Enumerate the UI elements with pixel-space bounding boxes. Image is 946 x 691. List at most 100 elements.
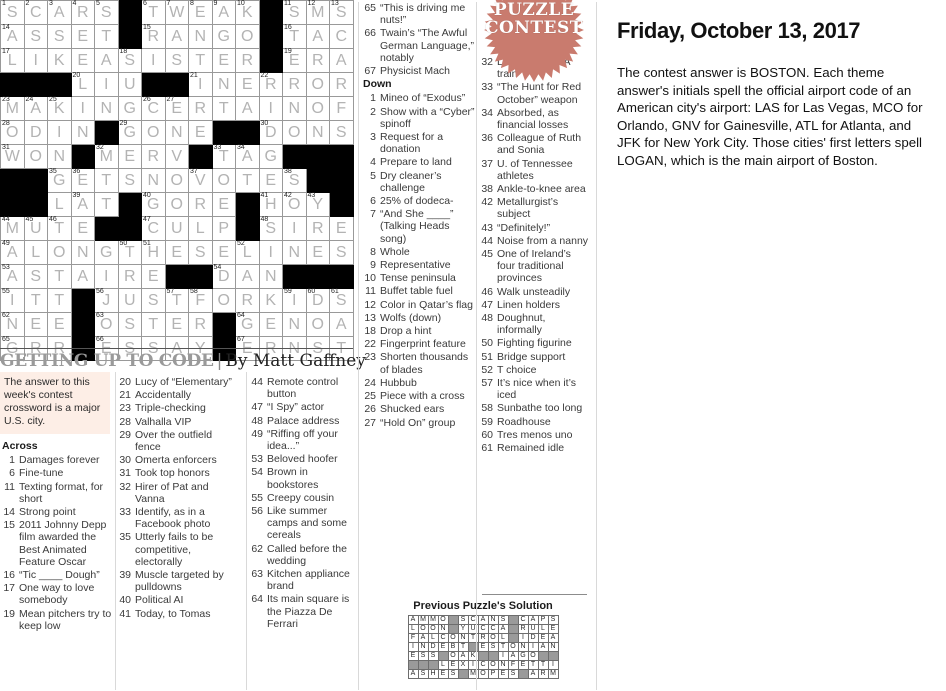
grid-cell[interactable]: N: [258, 264, 283, 289]
clue-down-42[interactable]: 42 Metallurgist’s subject: [480, 196, 590, 220]
grid-cell[interactable]: T: [211, 96, 236, 121]
grid-cell[interactable]: K: [258, 288, 283, 313]
grid-cell[interactable]: 21 I: [188, 72, 213, 97]
grid-cell[interactable]: 40 G: [141, 192, 166, 217]
clue-across-28[interactable]: 28 Valhalla VIP: [118, 416, 236, 428]
grid-cell[interactable]: I: [23, 48, 48, 73]
clue-down-3[interactable]: 3 Request for a donation: [363, 131, 476, 155]
clue-down-13[interactable]: 13 Wolfs (down): [363, 312, 476, 324]
grid-cell[interactable]: 43 Y: [305, 192, 330, 217]
grid-cell[interactable]: O: [305, 72, 330, 97]
grid-cell[interactable]: R: [305, 216, 330, 241]
grid-cell[interactable]: 63 O: [94, 312, 119, 337]
grid-cell[interactable]: E: [70, 48, 95, 73]
clue-down-11[interactable]: 11 Buffet table fuel: [363, 285, 476, 297]
grid-cell[interactable]: O: [164, 192, 189, 217]
clue-down-22[interactable]: 22 Fingerprint feature: [363, 338, 476, 350]
grid-cell[interactable]: R: [188, 96, 213, 121]
grid-cell[interactable]: 37 V: [188, 168, 213, 193]
grid-cell[interactable]: T: [47, 288, 72, 313]
grid-cell[interactable]: I: [258, 96, 283, 121]
grid-cell[interactable]: R: [329, 72, 354, 97]
clue-across-19[interactable]: 19 Mean pitchers try to keep low: [2, 608, 115, 632]
clue-down-59[interactable]: 59 Roadhouse: [480, 416, 590, 428]
grid-cell[interactable]: 8E: [188, 0, 213, 25]
grid-cell[interactable]: N: [70, 120, 95, 145]
grid-cell[interactable]: 18 S: [117, 48, 142, 73]
grid-cell[interactable]: A: [235, 264, 260, 289]
grid-cell[interactable]: 22 R: [258, 72, 283, 97]
grid-cell[interactable]: A: [235, 96, 260, 121]
grid-cell[interactable]: A: [94, 48, 119, 73]
grid-cell[interactable]: A: [305, 24, 330, 49]
clue-across-17[interactable]: 17 One way to love somebody: [2, 582, 115, 606]
grid-cell[interactable]: 52 L: [235, 240, 260, 265]
grid-cell[interactable]: 15 R: [141, 24, 166, 49]
clue-down-52[interactable]: 52 T choice: [480, 364, 590, 376]
clue-down-47[interactable]: 47 Linen holders: [480, 299, 590, 311]
clue-across-20[interactable]: 20 Lucy of “Elementary”: [118, 376, 236, 388]
grid-cell[interactable]: T: [94, 168, 119, 193]
grid-cell[interactable]: O: [305, 312, 330, 337]
clue-down-36[interactable]: 36 Colleague of Ruth and Sonia: [480, 132, 590, 156]
grid-cell[interactable]: 2C: [23, 0, 48, 25]
grid-cell[interactable]: N: [94, 96, 119, 121]
grid-cell[interactable]: A: [329, 312, 354, 337]
grid-cell[interactable]: 62 N: [0, 312, 25, 337]
grid-cell[interactable]: T: [94, 24, 119, 49]
grid-cell[interactable]: 46 T: [47, 216, 72, 241]
grid-cell[interactable]: 49 A: [0, 240, 25, 265]
grid-cell[interactable]: 3A: [47, 0, 72, 25]
clue-across-40[interactable]: 40 Political AI: [118, 594, 236, 606]
clue-across-33[interactable]: 33 Identify, as in a Facebook photo: [118, 506, 236, 530]
grid-cell[interactable]: 5S: [94, 0, 119, 25]
grid-cell[interactable]: E: [141, 264, 166, 289]
clue-across-39[interactable]: 39 Muscle targeted by pulldowns: [118, 569, 236, 593]
grid-cell[interactable]: 10 K: [235, 0, 260, 25]
grid-cell[interactable]: I: [141, 48, 166, 73]
grid-cell[interactable]: N: [70, 240, 95, 265]
grid-cell[interactable]: 20 L: [70, 72, 95, 97]
grid-cell[interactable]: 54 D: [211, 264, 236, 289]
grid-cell[interactable]: 26 C: [141, 96, 166, 121]
grid-cell[interactable]: 53 A: [0, 264, 25, 289]
clue-down-18[interactable]: 18 Drop a hint: [363, 325, 476, 337]
grid-cell[interactable]: O: [305, 96, 330, 121]
clue-down-50[interactable]: 50 Fighting figurine: [480, 337, 590, 349]
grid-cell[interactable]: R: [305, 48, 330, 73]
grid-cell[interactable]: T: [188, 48, 213, 73]
clue-across-11[interactable]: 11 Texting format, for short: [2, 481, 115, 505]
grid-cell[interactable]: 61 S: [329, 288, 354, 313]
clue-across-16[interactable]: 16 “Tic ____ Dough”: [2, 569, 115, 581]
grid-cell[interactable]: 30 D: [258, 120, 283, 145]
grid-cell[interactable]: 13 S: [329, 0, 354, 25]
clue-across-54[interactable]: 54 Brown in bookstores: [250, 466, 360, 490]
clue-across-47[interactable]: 47 “I Spy” actor: [250, 401, 360, 413]
clue-down-37[interactable]: 37 U. of Tennessee athletes: [480, 158, 590, 182]
grid-cell[interactable]: N: [188, 24, 213, 49]
grid-cell[interactable]: V: [164, 144, 189, 169]
grid-cell[interactable]: 64 G: [235, 312, 260, 337]
grid-cell[interactable]: 38 S: [282, 168, 307, 193]
grid-cell[interactable]: 59 I: [282, 288, 307, 313]
grid-cell[interactable]: T: [23, 288, 48, 313]
clue-across-32[interactable]: 32 Hirer of Pat and Vanna: [118, 481, 236, 505]
grid-cell[interactable]: N: [282, 240, 307, 265]
grid-cell[interactable]: 17 L: [0, 48, 25, 73]
grid-cell[interactable]: N: [164, 120, 189, 145]
clue-across-21[interactable]: 21 Accidentally: [118, 389, 236, 401]
clue-down-12[interactable]: 12 Color in Qatar’s flag: [363, 299, 476, 311]
clue-down-58[interactable]: 58 Sunbathe too long: [480, 402, 590, 414]
clue-down-27[interactable]: 27 “Hold On” group: [363, 417, 476, 429]
grid-cell[interactable]: E: [211, 192, 236, 217]
grid-cell[interactable]: 60 D: [305, 288, 330, 313]
grid-cell[interactable]: O: [47, 240, 72, 265]
grid-cell[interactable]: 11 S: [282, 0, 307, 25]
clue-across-53[interactable]: 53 Beloved hoofer: [250, 453, 360, 465]
clue-across-56[interactable]: 56 Like summer camps and some cereals: [250, 505, 360, 542]
grid-cell[interactable]: G: [211, 24, 236, 49]
grid-cell[interactable]: F: [329, 96, 354, 121]
grid-cell[interactable]: I: [94, 264, 119, 289]
grid-cell[interactable]: R: [141, 144, 166, 169]
clue-across-63[interactable]: 63 Kitchen appliance brand: [250, 568, 360, 592]
